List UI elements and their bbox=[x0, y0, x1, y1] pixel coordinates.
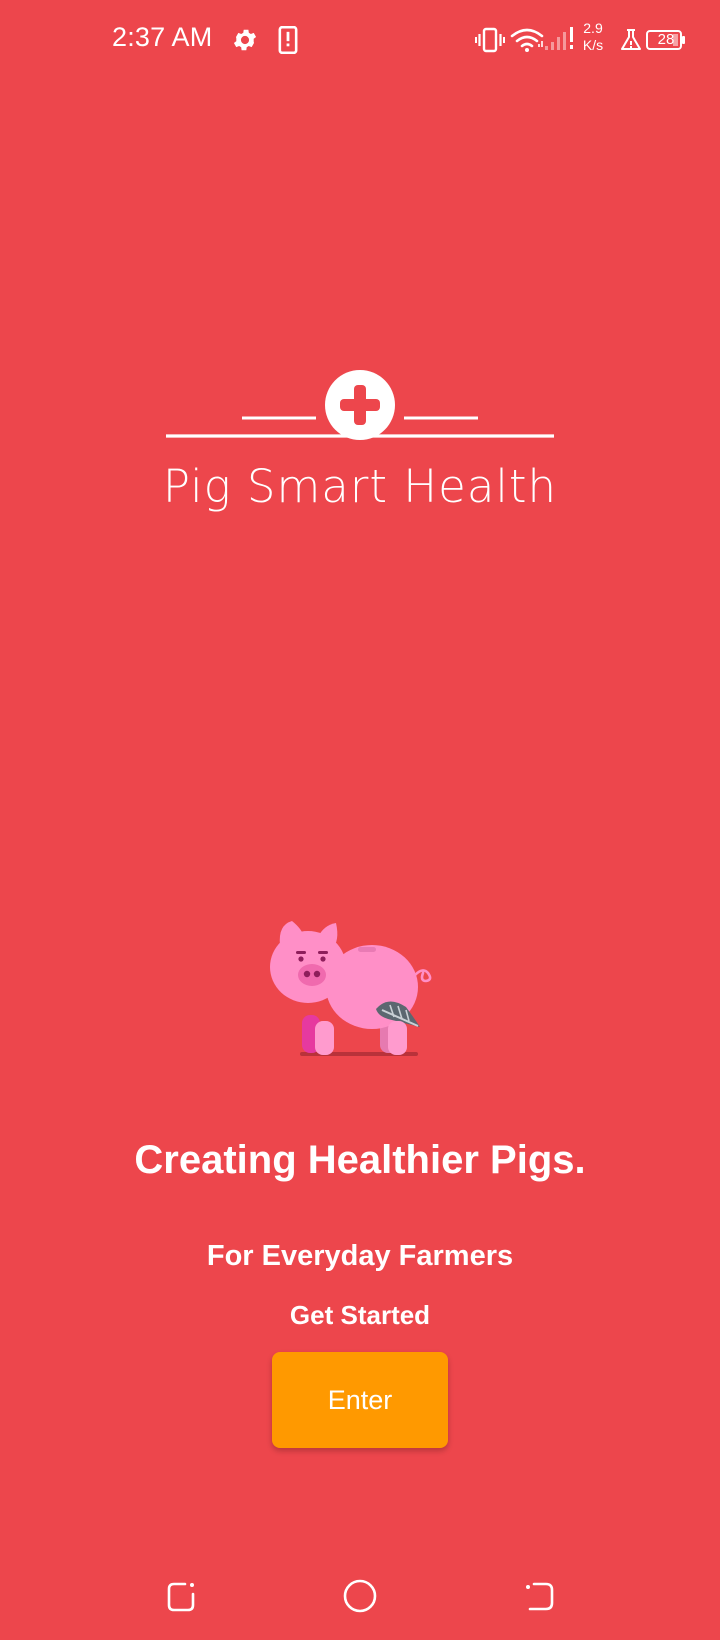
flask-icon bbox=[621, 29, 641, 50]
recents-icon[interactable] bbox=[163, 1578, 199, 1614]
app-title: Pig Smart Health bbox=[162, 460, 558, 513]
battery-level: 28 bbox=[657, 31, 675, 48]
get-started-label: Get Started bbox=[289, 1300, 431, 1330]
status-time: 2:37 AM bbox=[112, 22, 213, 52]
headline: Creating Healthier Pigs. bbox=[134, 1138, 586, 1182]
wifi-icon bbox=[510, 28, 544, 52]
enter-button[interactable]: Enter bbox=[272, 1352, 448, 1448]
phone-alert-icon bbox=[278, 26, 298, 54]
net-speed-unit: K/s bbox=[582, 37, 604, 53]
medical-plus-icon bbox=[325, 370, 395, 440]
net-speed-value: 2.9 bbox=[583, 20, 603, 36]
status-bar: 2:37 AM 2.9 K/s 28 bbox=[0, 0, 720, 80]
pig-illustration bbox=[270, 921, 432, 1056]
gear-icon bbox=[233, 29, 257, 51]
net-speed: 2.9 K/s bbox=[579, 20, 607, 54]
battery-icon: 28 bbox=[646, 29, 686, 51]
subtitle: For Everyday Farmers bbox=[206, 1240, 514, 1272]
vibrate-icon bbox=[475, 27, 505, 53]
back-icon[interactable] bbox=[522, 1578, 558, 1614]
signal-icon bbox=[545, 27, 573, 50]
home-icon[interactable] bbox=[342, 1578, 378, 1614]
